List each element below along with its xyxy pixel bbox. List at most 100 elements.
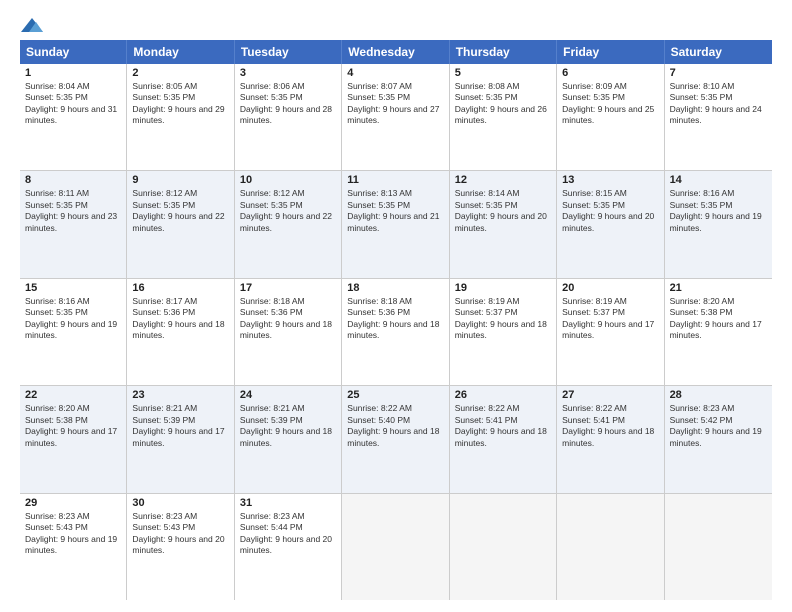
day-number: 15 [25,282,121,294]
day-number: 17 [240,282,336,294]
calendar-day-22: 22 Sunrise: 8:20 AMSunset: 5:38 PMDayligh… [20,386,127,492]
header [20,16,772,30]
logo [20,16,44,30]
header-day-saturday: Saturday [665,40,772,64]
day-info: Sunrise: 8:11 AMSunset: 5:35 PMDaylight:… [25,188,117,232]
day-info: Sunrise: 8:12 AMSunset: 5:35 PMDaylight:… [240,188,332,232]
day-info: Sunrise: 8:23 AMSunset: 5:43 PMDaylight:… [132,511,224,555]
day-number: 12 [455,174,551,186]
calendar-day-20: 20Sunrise: 8:19 AMSunset: 5:37 PMDayligh… [557,279,664,385]
day-info: Sunrise: 8:21 AMSunset: 5:39 PMDaylight:… [132,403,224,447]
calendar-week-5: 29 Sunrise: 8:23 AMSunset: 5:43 PMDayligh… [20,494,772,600]
day-info: Sunrise: 8:09 AMSunset: 5:35 PMDaylight:… [562,81,654,125]
day-info: Sunrise: 8:20 AMSunset: 5:38 PMDaylight:… [25,403,117,447]
day-info: Sunrise: 8:23 AMSunset: 5:43 PMDaylight:… [25,511,117,555]
day-number: 21 [670,282,767,294]
day-info: Sunrise: 8:23 AMSunset: 5:42 PMDaylight:… [670,403,762,447]
calendar-day-30: 30 Sunrise: 8:23 AMSunset: 5:43 PMDayligh… [127,494,234,600]
day-number: 30 [132,497,228,509]
calendar-week-4: 22 Sunrise: 8:20 AMSunset: 5:38 PMDayligh… [20,386,772,493]
calendar-week-2: 8Sunrise: 8:11 AMSunset: 5:35 PMDaylight… [20,171,772,278]
calendar-empty-4-6 [665,494,772,600]
header-day-monday: Monday [127,40,234,64]
calendar-day-23: 23 Sunrise: 8:21 AMSunset: 5:39 PMDayligh… [127,386,234,492]
day-info: Sunrise: 8:19 AMSunset: 5:37 PMDaylight:… [455,296,547,340]
day-info: Sunrise: 8:13 AMSunset: 5:35 PMDaylight:… [347,188,439,232]
calendar-empty-4-4 [450,494,557,600]
day-info: Sunrise: 8:17 AMSunset: 5:36 PMDaylight:… [132,296,224,340]
calendar-day-8: 8Sunrise: 8:11 AMSunset: 5:35 PMDaylight… [20,171,127,277]
calendar-day-16: 16 Sunrise: 8:17 AMSunset: 5:36 PMDayligh… [127,279,234,385]
calendar-day-19: 19 Sunrise: 8:19 AMSunset: 5:37 PMDayligh… [450,279,557,385]
day-info: Sunrise: 8:18 AMSunset: 5:36 PMDaylight:… [240,296,332,340]
day-info: Sunrise: 8:04 AMSunset: 5:35 PMDaylight:… [25,81,117,125]
day-number: 24 [240,389,336,401]
day-info: Sunrise: 8:07 AMSunset: 5:35 PMDaylight:… [347,81,439,125]
calendar-empty-4-3 [342,494,449,600]
day-info: Sunrise: 8:16 AMSunset: 5:35 PMDaylight:… [25,296,117,340]
day-number: 2 [132,67,228,79]
header-day-tuesday: Tuesday [235,40,342,64]
calendar-day-1: 1 Sunrise: 8:04 AMSunset: 5:35 PMDaylight… [20,64,127,170]
header-day-thursday: Thursday [450,40,557,64]
calendar-day-17: 17 Sunrise: 8:18 AMSunset: 5:36 PMDayligh… [235,279,342,385]
day-number: 19 [455,282,551,294]
calendar: SundayMondayTuesdayWednesdayThursdayFrid… [20,40,772,600]
day-info: Sunrise: 8:10 AMSunset: 5:35 PMDaylight:… [670,81,762,125]
day-number: 14 [670,174,767,186]
logo-icon [21,16,43,34]
day-info: Sunrise: 8:05 AMSunset: 5:35 PMDaylight:… [132,81,224,125]
header-day-sunday: Sunday [20,40,127,64]
day-number: 28 [670,389,767,401]
calendar-day-3: 3Sunrise: 8:06 AMSunset: 5:35 PMDaylight… [235,64,342,170]
day-number: 27 [562,389,658,401]
day-info: Sunrise: 8:22 AMSunset: 5:41 PMDaylight:… [562,403,654,447]
day-number: 22 [25,389,121,401]
day-number: 31 [240,497,336,509]
day-number: 18 [347,282,443,294]
day-number: 4 [347,67,443,79]
calendar-day-6: 6 Sunrise: 8:09 AMSunset: 5:35 PMDaylight… [557,64,664,170]
calendar-day-31: 31Sunrise: 8:23 AMSunset: 5:44 PMDayligh… [235,494,342,600]
calendar-day-26: 26 Sunrise: 8:22 AMSunset: 5:41 PMDayligh… [450,386,557,492]
day-info: Sunrise: 8:06 AMSunset: 5:35 PMDaylight:… [240,81,332,125]
calendar-body: 1 Sunrise: 8:04 AMSunset: 5:35 PMDaylight… [20,64,772,600]
day-number: 5 [455,67,551,79]
day-info: Sunrise: 8:20 AMSunset: 5:38 PMDaylight:… [670,296,762,340]
calendar-day-11: 11Sunrise: 8:13 AMSunset: 5:35 PMDayligh… [342,171,449,277]
day-number: 10 [240,174,336,186]
day-info: Sunrise: 8:14 AMSunset: 5:35 PMDaylight:… [455,188,547,232]
day-info: Sunrise: 8:18 AMSunset: 5:36 PMDaylight:… [347,296,439,340]
calendar-day-18: 18 Sunrise: 8:18 AMSunset: 5:36 PMDayligh… [342,279,449,385]
day-info: Sunrise: 8:22 AMSunset: 5:40 PMDaylight:… [347,403,439,447]
calendar-day-10: 10 Sunrise: 8:12 AMSunset: 5:35 PMDayligh… [235,171,342,277]
calendar-week-1: 1 Sunrise: 8:04 AMSunset: 5:35 PMDaylight… [20,64,772,171]
calendar-week-3: 15 Sunrise: 8:16 AMSunset: 5:35 PMDayligh… [20,279,772,386]
day-number: 26 [455,389,551,401]
day-info: Sunrise: 8:15 AMSunset: 5:35 PMDaylight:… [562,188,654,232]
calendar-day-15: 15 Sunrise: 8:16 AMSunset: 5:35 PMDayligh… [20,279,127,385]
calendar-day-24: 24 Sunrise: 8:21 AMSunset: 5:39 PMDayligh… [235,386,342,492]
day-info: Sunrise: 8:12 AMSunset: 5:35 PMDaylight:… [132,188,224,232]
calendar-day-21: 21 Sunrise: 8:20 AMSunset: 5:38 PMDayligh… [665,279,772,385]
calendar-day-27: 27 Sunrise: 8:22 AMSunset: 5:41 PMDayligh… [557,386,664,492]
day-number: 23 [132,389,228,401]
day-number: 7 [670,67,767,79]
calendar-day-14: 14Sunrise: 8:16 AMSunset: 5:35 PMDayligh… [665,171,772,277]
day-info: Sunrise: 8:22 AMSunset: 5:41 PMDaylight:… [455,403,547,447]
calendar-day-25: 25 Sunrise: 8:22 AMSunset: 5:40 PMDayligh… [342,386,449,492]
day-number: 16 [132,282,228,294]
day-number: 1 [25,67,121,79]
calendar-day-5: 5Sunrise: 8:08 AMSunset: 5:35 PMDaylight… [450,64,557,170]
calendar-day-28: 28 Sunrise: 8:23 AMSunset: 5:42 PMDayligh… [665,386,772,492]
day-info: Sunrise: 8:21 AMSunset: 5:39 PMDaylight:… [240,403,332,447]
day-number: 29 [25,497,121,509]
calendar-day-2: 2 Sunrise: 8:05 AMSunset: 5:35 PMDaylight… [127,64,234,170]
calendar-day-12: 12 Sunrise: 8:14 AMSunset: 5:35 PMDayligh… [450,171,557,277]
day-number: 25 [347,389,443,401]
calendar-day-7: 7 Sunrise: 8:10 AMSunset: 5:35 PMDaylight… [665,64,772,170]
calendar-day-9: 9Sunrise: 8:12 AMSunset: 5:35 PMDaylight… [127,171,234,277]
day-number: 6 [562,67,658,79]
day-number: 13 [562,174,658,186]
calendar-day-13: 13 Sunrise: 8:15 AMSunset: 5:35 PMDayligh… [557,171,664,277]
